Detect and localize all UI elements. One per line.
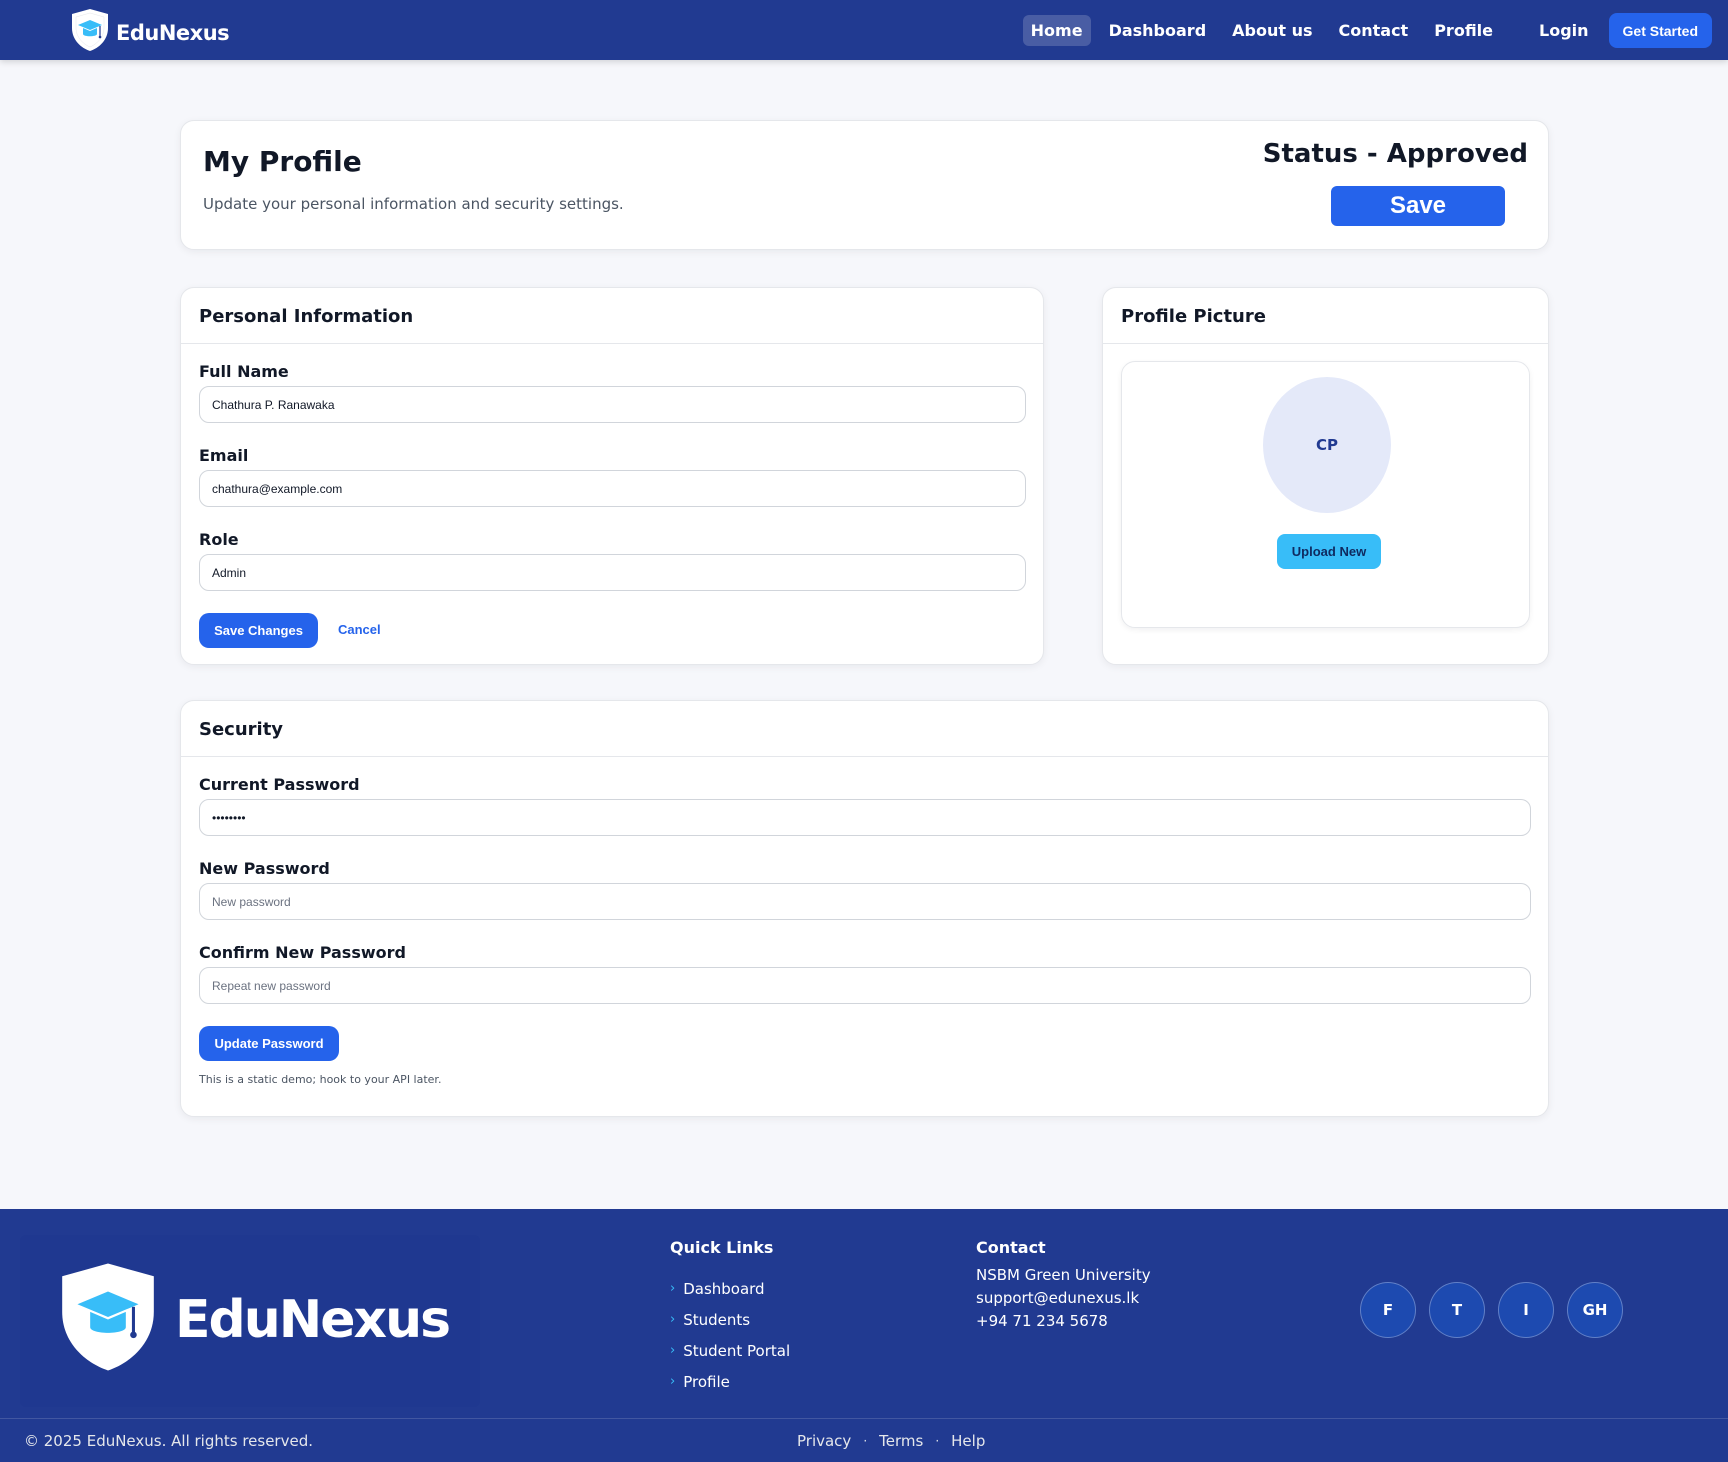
contact-email: support@edunexus.lk bbox=[976, 1289, 1140, 1307]
nav-login-link[interactable]: Login bbox=[1531, 15, 1597, 46]
brand-name: EduNexus bbox=[116, 20, 230, 45]
separator-dot: · bbox=[935, 1434, 940, 1448]
quick-link-profile[interactable]: › Profile bbox=[670, 1366, 790, 1397]
confirm-password-label: Confirm New Password bbox=[199, 943, 406, 962]
footer-bottom-bar: © 2025 EduNexus. All rights reserved. Pr… bbox=[0, 1418, 1728, 1462]
chevron-right-icon: › bbox=[670, 1281, 676, 1296]
quick-link-label: Profile bbox=[683, 1372, 730, 1391]
current-password-label: Current Password bbox=[199, 775, 360, 794]
terms-link[interactable]: Terms bbox=[879, 1432, 923, 1450]
role-input[interactable] bbox=[199, 554, 1026, 591]
new-password-label: New Password bbox=[199, 859, 330, 878]
quick-link-label: Dashboard bbox=[683, 1279, 765, 1298]
brand-logo-link[interactable]: EduNexus bbox=[70, 8, 230, 57]
profile-picture-title: Profile Picture bbox=[1103, 288, 1548, 344]
github-icon[interactable]: GH bbox=[1567, 1282, 1623, 1338]
current-password-input[interactable] bbox=[199, 799, 1531, 836]
full-name-input[interactable] bbox=[199, 386, 1026, 423]
profile-picture-card: Profile Picture CP Upload New bbox=[1102, 287, 1549, 665]
contact-university: NSBM Green University bbox=[976, 1266, 1151, 1284]
twitter-icon[interactable]: T bbox=[1429, 1282, 1485, 1338]
cancel-button[interactable]: Cancel bbox=[338, 622, 381, 637]
full-name-label: Full Name bbox=[199, 362, 289, 381]
quick-link-label: Students bbox=[683, 1310, 751, 1329]
email-label: Email bbox=[199, 446, 249, 465]
chevron-right-icon: › bbox=[670, 1312, 676, 1327]
separator-dot: · bbox=[863, 1434, 868, 1448]
email-input[interactable] bbox=[199, 470, 1026, 507]
chevron-right-icon: › bbox=[670, 1374, 676, 1389]
contact-phone: +94 71 234 5678 bbox=[976, 1312, 1108, 1330]
nav-profile-link[interactable]: Profile bbox=[1426, 15, 1501, 46]
profile-picture-panel: CP Upload New bbox=[1121, 361, 1530, 628]
quick-links-title: Quick Links bbox=[670, 1238, 774, 1257]
nav-links: Home Dashboard About us Contact Profile … bbox=[1013, 13, 1712, 48]
page-title: My Profile bbox=[203, 145, 362, 178]
help-link[interactable]: Help bbox=[951, 1432, 985, 1450]
social-links: F T I GH bbox=[1360, 1282, 1623, 1338]
confirm-password-input[interactable] bbox=[199, 967, 1531, 1004]
upload-new-button[interactable]: Upload New bbox=[1277, 534, 1381, 569]
site-footer: EduNexus Quick Links › Dashboard › Student… bbox=[0, 1209, 1728, 1462]
update-password-button[interactable]: Update Password bbox=[199, 1026, 339, 1061]
quick-link-dashboard[interactable]: › Dashboard bbox=[670, 1273, 790, 1304]
quick-link-label: Student Portal bbox=[683, 1341, 791, 1360]
role-label: Role bbox=[199, 530, 239, 549]
shield-graduation-cap-icon bbox=[55, 1261, 161, 1378]
quick-link-student-portal[interactable]: › Student Portal bbox=[670, 1335, 790, 1366]
nav-dashboard-link[interactable]: Dashboard bbox=[1101, 15, 1215, 46]
nav-home-link[interactable]: Home bbox=[1022, 15, 1091, 46]
get-started-button[interactable]: Get Started bbox=[1608, 13, 1712, 48]
profile-header-card: My Profile Update your personal informat… bbox=[180, 120, 1549, 250]
save-button[interactable]: Save bbox=[1331, 186, 1505, 226]
contact-info: NSBM Green University support@edunexus.l… bbox=[976, 1266, 1151, 1335]
nav-about-link[interactable]: About us bbox=[1224, 15, 1320, 46]
security-title: Security bbox=[181, 701, 1548, 757]
new-password-input[interactable] bbox=[199, 883, 1531, 920]
save-changes-button[interactable]: Save Changes bbox=[199, 613, 318, 648]
legal-links: Privacy · Terms · Help bbox=[797, 1432, 985, 1450]
personal-information-card: Personal Information Full Name Email Rol… bbox=[180, 287, 1044, 665]
facebook-icon[interactable]: F bbox=[1360, 1282, 1416, 1338]
footer-brand: EduNexus bbox=[55, 1261, 451, 1378]
page-subtitle: Update your personal information and sec… bbox=[203, 195, 624, 213]
quick-links-list: › Dashboard › Students › Student Portal › Pr… bbox=[670, 1273, 790, 1397]
shield-graduation-cap-icon bbox=[70, 8, 110, 57]
copyright-text: © 2025 EduNexus. All rights reserved. bbox=[24, 1432, 313, 1450]
privacy-link[interactable]: Privacy bbox=[797, 1432, 851, 1450]
nav-contact-link[interactable]: Contact bbox=[1331, 15, 1417, 46]
instagram-icon[interactable]: I bbox=[1498, 1282, 1554, 1338]
status-label: Status - Approved bbox=[1262, 139, 1528, 169]
personal-information-title: Personal Information bbox=[181, 288, 1043, 344]
demo-hint-text: This is a static demo; hook to your API … bbox=[199, 1073, 442, 1086]
quick-link-students[interactable]: › Students bbox=[670, 1304, 790, 1335]
security-card: Security Current Password New Password C… bbox=[180, 700, 1549, 1117]
contact-title: Contact bbox=[976, 1238, 1046, 1257]
avatar: CP bbox=[1263, 377, 1391, 513]
footer-brand-name: EduNexus bbox=[175, 1289, 451, 1350]
chevron-right-icon: › bbox=[670, 1343, 676, 1358]
top-navbar: EduNexus Home Dashboard About us Contact… bbox=[0, 0, 1728, 60]
